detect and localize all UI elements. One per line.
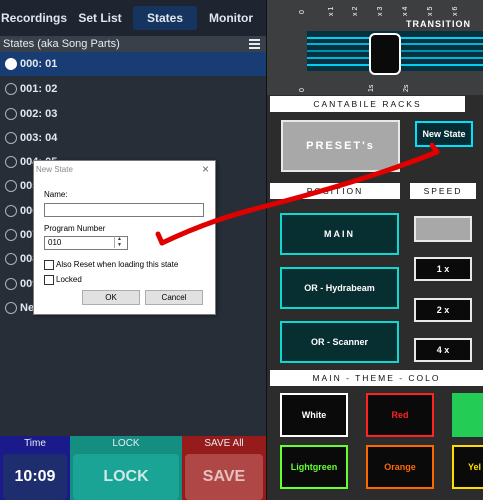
transition-label: TRANSITION [406, 19, 471, 29]
radio-icon [5, 108, 17, 120]
color-red-button[interactable]: Red [366, 393, 434, 437]
tab-states[interactable]: States [133, 6, 197, 30]
state-label: 003: 04 [20, 132, 58, 144]
name-input[interactable] [44, 203, 204, 217]
tab-set-list[interactable]: Set List [68, 6, 132, 30]
state-label: 002: 03 [20, 108, 58, 120]
tick-label: x 1 [328, 6, 335, 16]
lock-label: LOCK [112, 438, 140, 449]
speed-2x-button[interactable]: 2 x [414, 298, 472, 322]
position-header: POSITION [270, 183, 400, 199]
also-reset-label: Also Reset when loading this state [56, 260, 179, 269]
program-number-spinner[interactable]: ▲ ▼ [114, 236, 124, 248]
time-display: 10:09 [3, 454, 67, 500]
presets-button[interactable]: PRESET's [281, 120, 400, 172]
tab-monitor[interactable]: Monitor [198, 6, 264, 30]
color-white-button[interactable]: White [280, 393, 348, 437]
color-yellow-button[interactable]: Yel [452, 445, 483, 489]
cancel-button[interactable]: Cancel [145, 290, 203, 305]
tick-label: 1s [368, 84, 375, 92]
tick-label: x 3 [377, 6, 384, 16]
transition-slider-handle[interactable] [369, 33, 401, 75]
tick-label: x 4 [402, 6, 409, 16]
tab-bar: Recordings Set List States Monitor [0, 0, 266, 36]
tick-label: x 6 [452, 6, 459, 16]
or-scanner-button[interactable]: OR - Scanner [280, 321, 399, 363]
state-label: Ne [20, 302, 35, 314]
state-row[interactable]: 003: 04 [0, 126, 266, 150]
new-state-dialog: New State × Name: Program Number 010 ▲ ▼… [33, 160, 216, 315]
tab-recordings[interactable]: Recordings [0, 6, 68, 30]
tick-label: 0 [299, 88, 306, 92]
tick-label: 0 [299, 10, 306, 14]
radio-icon [5, 253, 17, 265]
ok-button[interactable]: OK [82, 290, 140, 305]
speed-header: SPEED [410, 183, 476, 199]
hamburger-menu-icon[interactable] [249, 39, 260, 49]
dialog-title: New State [36, 165, 73, 174]
save-panel: SAVE All SAVE [182, 436, 266, 500]
speed-preset-button[interactable] [414, 216, 472, 242]
cantabile-app-panel: Recordings Set List States Monitor State… [0, 0, 266, 500]
state-label: 000: 01 [20, 58, 58, 70]
radio-icon [5, 302, 17, 314]
color-green-button[interactable] [452, 393, 483, 437]
state-label: 001: 02 [20, 83, 58, 95]
color-lightgreen-button[interactable]: Lightgreen [280, 445, 348, 489]
radio-icon [5, 156, 17, 168]
radio-icon [5, 132, 17, 144]
tick-label: x 2 [352, 6, 359, 16]
radio-icon [5, 278, 17, 290]
speed-4x-button[interactable]: 4 x [414, 338, 472, 362]
name-label: Name: [44, 190, 68, 199]
radio-icon [5, 83, 17, 95]
also-reset-checkbox[interactable] [44, 260, 54, 270]
time-label: Time [24, 438, 46, 449]
main-button[interactable]: MAIN [280, 213, 399, 255]
radio-icon [5, 229, 17, 241]
cantabile-racks-header: CANTABILE RACKS [270, 96, 465, 112]
check-icon: ✓ [5, 58, 20, 75]
main-theme-colors-header: MAIN - THEME - COLO [270, 370, 483, 386]
new-state-button[interactable]: New State [415, 121, 473, 147]
locked-label: Locked [56, 275, 82, 284]
program-number-label: Program Number [44, 224, 106, 233]
radio-icon [5, 205, 17, 217]
lighting-control-panel: 0 x 1 x 2 x 3 x 4 x 5 x 6 TRANSITION 0 1… [267, 0, 483, 500]
locked-checkbox[interactable] [44, 275, 54, 285]
state-row[interactable]: 001: 02 [0, 77, 266, 101]
lock-button[interactable]: LOCK [73, 454, 179, 500]
save-all-label: SAVE All [204, 438, 244, 449]
save-button[interactable]: SAVE [185, 454, 263, 500]
state-row[interactable]: 002: 03 [0, 102, 266, 126]
spin-down-icon[interactable]: ▼ [115, 242, 124, 248]
state-row[interactable]: ✓ 000: 01 [0, 52, 266, 76]
states-header: States (aka Song Parts) [0, 36, 266, 52]
speed-1x-button[interactable]: 1 x [414, 257, 472, 281]
lock-panel: LOCK LOCK [70, 436, 182, 500]
states-header-label: States (aka Song Parts) [3, 38, 120, 50]
time-panel: Time 10:09 [0, 436, 70, 500]
close-icon[interactable]: × [202, 162, 209, 176]
tick-label: x 5 [427, 6, 434, 16]
or-hydrabeam-button[interactable]: OR - Hydrabeam [280, 267, 399, 309]
radio-icon [5, 180, 17, 192]
tick-label: 2s [403, 84, 410, 92]
color-orange-button[interactable]: Orange [366, 445, 434, 489]
